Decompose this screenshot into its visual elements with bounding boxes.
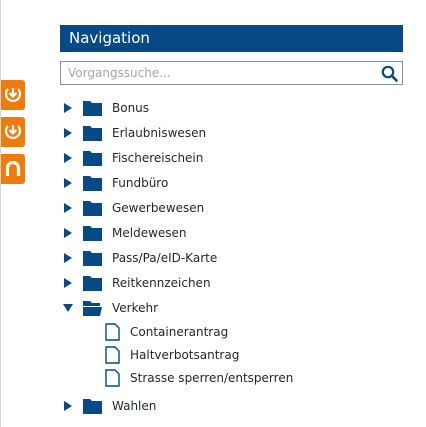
folder-open-icon [83,300,102,316]
expand-arrow-icon[interactable] [62,245,74,270]
search-box [60,61,403,85]
document-icon [105,345,120,364]
side-tab-magnet[interactable] [1,154,25,184]
folder-icon [83,100,102,116]
collapse-arrow-icon[interactable] [62,295,74,320]
side-tab-download-2[interactable] [1,117,25,147]
tree-item-label: Reitkennzeichen [112,275,211,290]
search-input[interactable] [61,62,371,84]
navigation-title: Navigation [60,25,403,52]
search-button[interactable] [380,64,399,83]
side-tab-download-1[interactable] [1,80,25,110]
tree-item-label: Erlaubniswesen [112,125,207,140]
folder-icon [83,398,102,414]
expand-arrow-icon[interactable] [62,145,74,170]
expand-arrow-icon[interactable] [62,393,74,418]
tree-item-bonus[interactable]: Bonus [62,95,402,120]
folder-icon [83,150,102,166]
tree-child-strasse-sperren[interactable]: Strasse sperren/entsperren [62,366,402,389]
tree-item-fundbuero[interactable]: Fundbüro [62,170,402,195]
tree-item-label: Fischereischein [112,150,204,165]
expand-arrow-icon[interactable] [62,270,74,295]
tree-item-pass[interactable]: Pass/Pa/eID-Karte [62,245,402,270]
tree-child-containerantrag[interactable]: Containerantrag [62,320,402,343]
tree-child-haltverbotsantrag[interactable]: Haltverbotsantrag [62,343,402,366]
folder-icon [83,125,102,141]
tree-item-gewerbewesen[interactable]: Gewerbewesen [62,195,402,220]
download-arrow-icon [4,125,22,139]
tree-item-label: Wahlen [112,398,157,413]
expand-arrow-icon[interactable] [62,95,74,120]
tree-item-meldewesen[interactable]: Meldewesen [62,220,402,245]
folder-icon [83,225,102,241]
document-icon [105,322,120,341]
tree-item-label: Verkehr [112,300,159,315]
tree-item-erlaubniswesen[interactable]: Erlaubniswesen [62,120,402,145]
tree-item-label: Pass/Pa/eID-Karte [112,250,218,265]
tree-item-wahlen[interactable]: Wahlen [62,393,402,418]
tree-child-label: Containerantrag [130,324,229,339]
tree-item-label: Bonus [112,100,150,115]
tree-item-verkehr[interactable]: Verkehr [62,295,402,320]
tree-item-label: Gewerbewesen [112,200,205,215]
expand-arrow-icon[interactable] [62,170,74,195]
folder-icon [83,175,102,191]
tree-child-label: Strasse sperren/entsperren [130,370,294,385]
folder-icon [83,275,102,291]
expand-arrow-icon[interactable] [62,120,74,145]
expand-arrow-icon[interactable] [62,220,74,245]
document-icon [105,368,120,387]
tree-item-label: Meldewesen [112,225,187,240]
left-border [0,0,1,427]
folder-icon [83,250,102,266]
tree-item-reitkennzeichen[interactable]: Reitkennzeichen [62,270,402,295]
expand-arrow-icon[interactable] [62,195,74,220]
tree-item-fischereischein[interactable]: Fischereischein [62,145,402,170]
magnet-icon [5,160,21,176]
folder-icon [83,200,102,216]
navigation-tree: Bonus Erlaubniswesen Fischereischein Fun… [62,95,402,418]
download-arrow-icon [4,88,22,102]
tree-child-label: Haltverbotsantrag [130,347,240,362]
tree-item-label: Fundbüro [112,175,169,190]
search-icon [381,65,398,82]
